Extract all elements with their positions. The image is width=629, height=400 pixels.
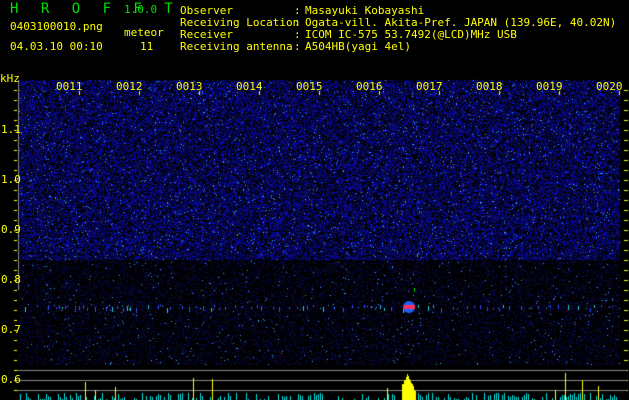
time-label: 0019 [536, 80, 563, 93]
freq-label: 0.9 [1, 223, 21, 236]
info-label-antenna: Receiving antenna [180, 40, 293, 53]
freq-label: 1.0 [1, 173, 21, 186]
info-value-antenna: A504HB(yagi 4el) [305, 40, 411, 53]
freq-label: 0.7 [1, 323, 21, 336]
freq-label: 1.1 [1, 123, 21, 136]
time-label: 0017 [416, 80, 443, 93]
freq-label: 0.8 [1, 273, 21, 286]
app-version: 1.0.0 [124, 3, 158, 16]
meteor-label: meteor [124, 26, 164, 39]
time-label: 0013 [176, 80, 203, 93]
meteor-count: 11 [140, 40, 154, 53]
file-datetime: 04.03.10 00:10 [10, 40, 103, 53]
time-label: 0018 [476, 80, 503, 93]
spectrogram [0, 0, 629, 400]
time-label: 0020 [596, 80, 623, 93]
time-label: 0015 [296, 80, 323, 93]
time-label: 0016 [356, 80, 383, 93]
time-label: 0014 [236, 80, 263, 93]
file-name: 0403100010.png [10, 20, 103, 33]
info-colon: : [294, 40, 301, 53]
axis-unit: kHz [0, 72, 20, 85]
time-label: 0011 [56, 80, 83, 93]
time-label: 0012 [116, 80, 143, 93]
freq-label: 0.6 [1, 373, 21, 386]
